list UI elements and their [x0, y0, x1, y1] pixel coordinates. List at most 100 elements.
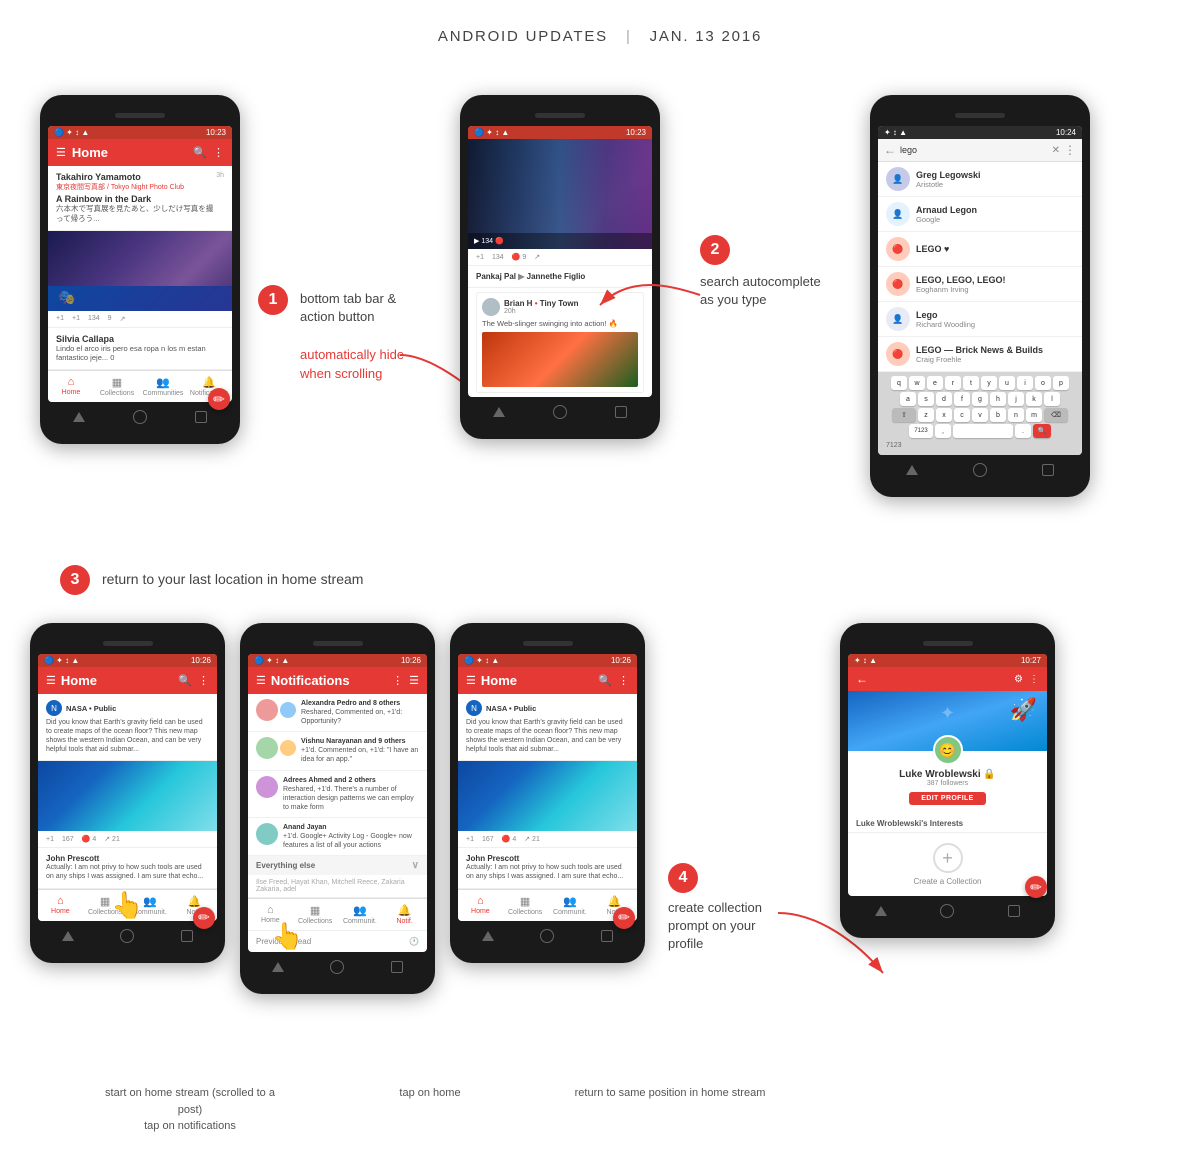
- collection-plus-icon[interactable]: +: [933, 843, 963, 873]
- key-w[interactable]: w: [909, 376, 925, 390]
- tab-notifications-5[interactable]: 🔔 Notif.: [382, 899, 427, 930]
- notif-1[interactable]: Alexandra Pedro and 8 others Reshared, C…: [248, 694, 427, 732]
- key-j[interactable]: j: [1008, 392, 1024, 406]
- notif-2[interactable]: Vishnu Narayanan and 9 others +1'd. Comm…: [248, 732, 427, 770]
- key-delete[interactable]: ⌫: [1044, 408, 1068, 422]
- result-2[interactable]: 👤 Arnaud Legon Google: [878, 197, 1082, 232]
- key-o[interactable]: o: [1035, 376, 1051, 390]
- key-shift[interactable]: ⇧: [892, 408, 916, 422]
- clear-icon[interactable]: ✕: [1052, 145, 1060, 156]
- key-k[interactable]: k: [1026, 392, 1042, 406]
- back-btn-4[interactable]: [61, 929, 75, 943]
- key-search[interactable]: 🔍: [1033, 424, 1051, 438]
- key-q[interactable]: q: [891, 376, 907, 390]
- key-n[interactable]: n: [1008, 408, 1024, 422]
- key-e[interactable]: e: [927, 376, 943, 390]
- home-button[interactable]: [133, 410, 147, 424]
- key-7123[interactable]: 7123: [909, 424, 933, 438]
- edit-profile-button[interactable]: EDIT PROFILE: [909, 792, 985, 805]
- home-btn-7[interactable]: [940, 904, 954, 918]
- back-btn-5[interactable]: [271, 960, 285, 974]
- recents-btn-4[interactable]: [180, 929, 194, 943]
- more-icon-6[interactable]: ⋮: [618, 674, 629, 687]
- notif-4[interactable]: Anand Jayan +1'd. Google+ Activity Log -…: [248, 818, 427, 856]
- tab-home-6[interactable]: ⌂ Home: [458, 890, 503, 921]
- home-btn-2[interactable]: [553, 405, 567, 419]
- key-l[interactable]: l: [1044, 392, 1060, 406]
- menu-icon-5[interactable]: ☰: [256, 674, 266, 687]
- key-z[interactable]: z: [918, 408, 934, 422]
- recents-btn-2[interactable]: [614, 405, 628, 419]
- recents-btn-5[interactable]: [390, 960, 404, 974]
- key-space[interactable]: [953, 424, 1013, 438]
- search-field[interactable]: lego: [900, 145, 1048, 155]
- back-btn-3[interactable]: [905, 463, 919, 477]
- more-icon-5a[interactable]: ⋮: [392, 674, 403, 687]
- key-comma[interactable]: ,: [935, 424, 951, 438]
- key-b[interactable]: b: [990, 408, 1006, 422]
- key-s[interactable]: s: [918, 392, 934, 406]
- share-icon[interactable]: ↗: [120, 315, 126, 323]
- more-icon-search[interactable]: ⋮: [1064, 143, 1076, 157]
- key-u[interactable]: u: [999, 376, 1015, 390]
- more-icon-5b[interactable]: ☰: [409, 674, 419, 687]
- key-h[interactable]: h: [990, 392, 1006, 406]
- key-v[interactable]: v: [972, 408, 988, 422]
- back-button[interactable]: [72, 410, 86, 424]
- more-icon[interactable]: ⋮: [213, 146, 224, 159]
- recents-btn-7[interactable]: [1007, 904, 1021, 918]
- profile-settings-icon[interactable]: ⚙: [1014, 674, 1023, 685]
- key-x[interactable]: x: [936, 408, 952, 422]
- back-btn-7[interactable]: [874, 904, 888, 918]
- plus1-label[interactable]: +1: [56, 315, 64, 322]
- tab-collections[interactable]: ▦ Collections: [94, 371, 140, 402]
- recents-btn-6[interactable]: [600, 929, 614, 943]
- tab-communities-5[interactable]: 👥 Communit.: [338, 899, 383, 930]
- fab-profile[interactable]: ✏: [1025, 876, 1047, 898]
- recents-btn-3[interactable]: [1041, 463, 1055, 477]
- fab-button[interactable]: ✏: [208, 388, 230, 410]
- key-g[interactable]: g: [972, 392, 988, 406]
- fab-4[interactable]: ✏: [193, 907, 215, 929]
- menu-icon[interactable]: ☰: [56, 146, 66, 159]
- tab-home-4[interactable]: ⌂ Home: [38, 890, 83, 921]
- result-5[interactable]: 👤 Lego Richard Woodling: [878, 302, 1082, 337]
- home-btn-5[interactable]: [330, 960, 344, 974]
- create-collection-area[interactable]: + Create a Collection: [848, 833, 1047, 896]
- back-btn-6[interactable]: [481, 929, 495, 943]
- menu-icon-6[interactable]: ☰: [466, 674, 476, 687]
- tab-collections-6[interactable]: ▦ Collections: [503, 890, 548, 921]
- key-y[interactable]: y: [981, 376, 997, 390]
- search-icon-6[interactable]: 🔍: [598, 674, 612, 687]
- plus1-4[interactable]: +1: [46, 836, 54, 843]
- result-4[interactable]: 🔴 LEGO, LEGO, LEGO! Eoghanm Irving: [878, 267, 1082, 302]
- recents-button[interactable]: [194, 410, 208, 424]
- key-t[interactable]: t: [963, 376, 979, 390]
- home-btn-6[interactable]: [540, 929, 554, 943]
- key-r[interactable]: r: [945, 376, 961, 390]
- tab-communities[interactable]: 👥 Communities: [140, 371, 186, 402]
- back-btn-2[interactable]: [492, 405, 506, 419]
- back-icon[interactable]: ←: [884, 143, 896, 157]
- search-icon-4[interactable]: 🔍: [178, 674, 192, 687]
- key-p[interactable]: p: [1053, 376, 1069, 390]
- key-d[interactable]: d: [936, 392, 952, 406]
- tab-communities-6[interactable]: 👥 Communit.: [548, 890, 593, 921]
- tab-home[interactable]: ⌂ Home: [48, 371, 94, 402]
- share-icon-2[interactable]: ↗: [534, 253, 540, 261]
- key-i[interactable]: i: [1017, 376, 1033, 390]
- plus1-6[interactable]: +1: [466, 836, 474, 843]
- result-3[interactable]: 🔴 LEGO ♥: [878, 232, 1082, 267]
- notif-3[interactable]: Adrees Ahmed and 2 others Reshared, +1'd…: [248, 771, 427, 818]
- plus1[interactable]: +1: [476, 254, 484, 261]
- key-m[interactable]: m: [1026, 408, 1042, 422]
- home-btn-4[interactable]: [120, 929, 134, 943]
- result-6[interactable]: 🔴 LEGO — Brick News & Builds Craig Froeh…: [878, 337, 1082, 372]
- key-a[interactable]: a: [900, 392, 916, 406]
- key-c[interactable]: c: [954, 408, 970, 422]
- menu-icon-4[interactable]: ☰: [46, 674, 56, 687]
- home-btn-3[interactable]: [973, 463, 987, 477]
- fab-6[interactable]: ✏: [613, 907, 635, 929]
- notif-section-header[interactable]: Everything else ∨: [248, 856, 427, 875]
- profile-more-icon[interactable]: ⋮: [1029, 674, 1039, 685]
